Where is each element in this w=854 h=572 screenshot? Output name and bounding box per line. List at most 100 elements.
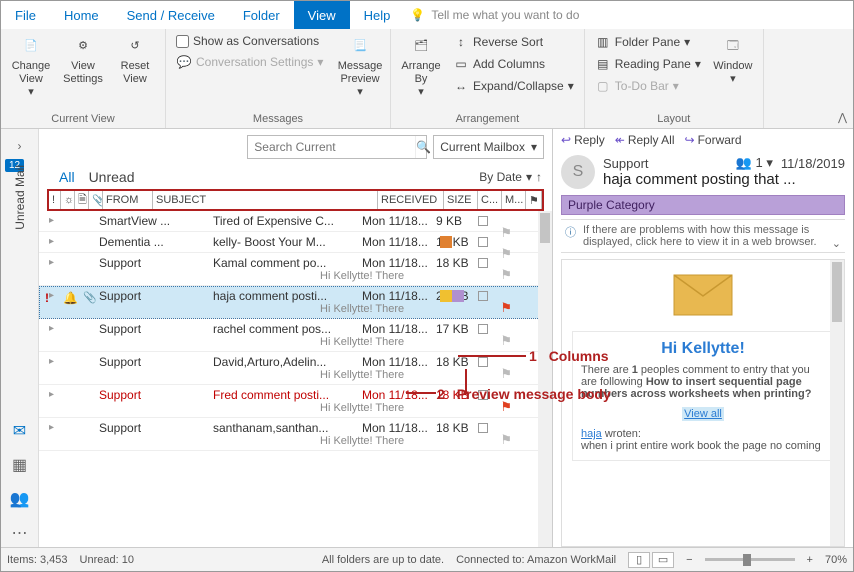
- message-row[interactable]: ▸Supportrachel comment pos...Mon 11/18..…: [39, 319, 552, 352]
- message-list[interactable]: ▸SmartView ...Tired of Expensive C...Mon…: [39, 211, 552, 547]
- expand-conversation-icon[interactable]: ▸: [49, 215, 54, 226]
- expand-conversation-icon[interactable]: ▸: [49, 290, 54, 301]
- col-importance[interactable]: !: [49, 191, 61, 209]
- attachment-icon: 📎: [83, 291, 97, 304]
- change-view-button[interactable]: 📄Change View▾: [7, 32, 55, 102]
- message-row[interactable]: ▸SupportDavid,Arturo,Adelin...Mon 11/18.…: [39, 352, 552, 385]
- tab-file[interactable]: File: [1, 1, 50, 29]
- filter-all[interactable]: All: [59, 169, 75, 185]
- chevron-down-icon[interactable]: ⌄: [832, 237, 841, 250]
- calendar-icon[interactable]: ▦: [12, 455, 27, 475]
- search-box[interactable]: 🔍: [247, 135, 427, 159]
- folder-pane-button[interactable]: ▥Folder Pane ▾: [591, 32, 705, 52]
- sort-dropdown[interactable]: By Date ▾ ↑: [479, 170, 542, 184]
- arrange-by-button[interactable]: 🗂Arrange By▾: [397, 32, 445, 102]
- status-sync: All folders are up to date.: [322, 554, 444, 566]
- sort-direction-icon[interactable]: ↑: [536, 170, 542, 184]
- search-input[interactable]: [248, 136, 415, 158]
- message-row[interactable]: ▸!🔔📎Supporthaja comment posti...Mon 11/1…: [39, 286, 552, 319]
- col-from[interactable]: FROM: [103, 191, 153, 209]
- mail-icon[interactable]: ✉: [13, 421, 26, 441]
- category-box[interactable]: [478, 237, 488, 247]
- expand-folder-pane[interactable]: ›: [14, 135, 26, 157]
- expand-conversation-icon[interactable]: ▸: [49, 323, 54, 334]
- reverse-sort-button[interactable]: ↕Reverse Sort: [449, 32, 578, 52]
- forward-button[interactable]: ↪Forward: [685, 133, 742, 147]
- col-mention[interactable]: M...: [502, 191, 526, 209]
- tab-help[interactable]: Help: [350, 1, 405, 29]
- col-categories[interactable]: C...: [478, 191, 502, 209]
- zoom-slider[interactable]: [705, 558, 795, 561]
- col-subject[interactable]: SUBJECT: [153, 191, 378, 209]
- flag-icon[interactable]: ⚑: [500, 366, 512, 382]
- zoom-out-button[interactable]: −: [686, 554, 692, 566]
- comment-snippet: when i print entire work book the page n…: [581, 440, 825, 452]
- people-icon[interactable]: 👥: [10, 489, 30, 509]
- info-bar[interactable]: If there are problems with how this mess…: [561, 219, 845, 253]
- col-received[interactable]: RECEIVED: [378, 191, 444, 209]
- flag-icon[interactable]: ⚑: [500, 432, 512, 448]
- expand-conversation-icon[interactable]: ▸: [49, 389, 54, 400]
- category-box[interactable]: [478, 291, 488, 301]
- search-scope-dropdown[interactable]: Current Mailbox ▾: [433, 135, 544, 159]
- window-button[interactable]: 🗔Window▾: [709, 32, 757, 88]
- todo-bar-button[interactable]: ▢To-Do Bar ▾: [591, 76, 705, 96]
- flag-icon[interactable]: ⚑: [500, 333, 512, 349]
- category-box[interactable]: [478, 324, 488, 334]
- view-all-link[interactable]: View all: [682, 407, 724, 421]
- col-attachment[interactable]: 📎: [89, 191, 103, 209]
- list-scrollbar[interactable]: [538, 211, 552, 547]
- view-settings-button[interactable]: ⚙View Settings: [59, 32, 107, 88]
- tell-me-input[interactable]: Tell me what you want to do: [431, 1, 579, 29]
- zoom-in-button[interactable]: +: [807, 554, 813, 566]
- reset-view-button[interactable]: ↺Reset View: [111, 32, 159, 88]
- reading-scrollbar[interactable]: [830, 260, 844, 546]
- tab-home[interactable]: Home: [50, 1, 113, 29]
- expand-conversation-icon[interactable]: ▸: [49, 236, 54, 247]
- category-box[interactable]: [478, 357, 488, 367]
- category-box[interactable]: [478, 258, 488, 268]
- view-reading-button[interactable]: ▭: [652, 552, 674, 568]
- category-box[interactable]: [478, 390, 488, 400]
- col-size[interactable]: SIZE: [444, 191, 478, 209]
- message-row[interactable]: ▸Supportsanthanam,santhan...Mon 11/18...…: [39, 418, 552, 451]
- search-icon[interactable]: 🔍: [415, 136, 431, 158]
- filter-unread[interactable]: Unread: [89, 169, 135, 185]
- reading-pane-button[interactable]: ▤Reading Pane ▾: [591, 54, 705, 74]
- expand-conversation-icon[interactable]: ▸: [49, 422, 54, 433]
- flag-icon[interactable]: ⚑: [500, 399, 512, 415]
- tab-folder[interactable]: Folder: [229, 1, 294, 29]
- expand-collapse-button[interactable]: ↔Expand/Collapse ▾: [449, 76, 578, 96]
- collapse-ribbon-button[interactable]: ⋀: [838, 111, 847, 124]
- tab-view[interactable]: View: [294, 1, 350, 29]
- column-headers[interactable]: ! ☼ 🗎 📎 FROM SUBJECT RECEIVED SIZE C... …: [47, 189, 544, 211]
- more-nav-icon[interactable]: ⋯: [12, 523, 28, 543]
- col-icon[interactable]: 🗎: [75, 191, 89, 209]
- commenter-link[interactable]: haja: [581, 428, 602, 440]
- message-row[interactable]: ▸SupportFred comment posti...Mon 11/18..…: [39, 385, 552, 418]
- category-box[interactable]: [478, 423, 488, 433]
- conversation-settings-button[interactable]: 💬Conversation Settings ▾: [172, 52, 332, 72]
- reply-button[interactable]: ↩Reply: [561, 133, 605, 147]
- message-row[interactable]: ▸SupportKamal comment po...Mon 11/18...1…: [39, 253, 552, 286]
- col-flag[interactable]: ⚑: [526, 191, 542, 209]
- reading-body[interactable]: Hi Kellytte! There are 1 peoples comment…: [561, 259, 845, 547]
- people-count[interactable]: 👥 1 ▾: [736, 155, 773, 171]
- col-reminder[interactable]: ☼: [61, 191, 75, 209]
- add-columns-button[interactable]: ▭Add Columns: [449, 54, 578, 74]
- view-normal-button[interactable]: ▯: [628, 552, 650, 568]
- category-strip[interactable]: Purple Category: [561, 195, 845, 215]
- folder-name-vertical[interactable]: Unread Mail: [13, 165, 27, 230]
- category-box[interactable]: [478, 216, 488, 226]
- message-row[interactable]: ▸SmartView ...Tired of Expensive C...Mon…: [39, 211, 552, 232]
- tab-send-receive[interactable]: Send / Receive: [113, 1, 229, 29]
- expand-conversation-icon[interactable]: ▸: [49, 356, 54, 367]
- flag-icon[interactable]: ⚑: [500, 267, 512, 283]
- show-conversations-checkbox[interactable]: Show as Conversations: [172, 32, 332, 50]
- group-arrangement: Arrangement: [397, 111, 578, 127]
- flag-icon[interactable]: ⚑: [500, 300, 512, 316]
- message-preview-button[interactable]: 📃Message Preview▾: [336, 32, 384, 102]
- reply-all-button[interactable]: ↞Reply All: [615, 133, 675, 147]
- expand-conversation-icon[interactable]: ▸: [49, 257, 54, 268]
- message-row[interactable]: ▸Dementia ...kelly- Boost Your M...Mon 1…: [39, 232, 552, 253]
